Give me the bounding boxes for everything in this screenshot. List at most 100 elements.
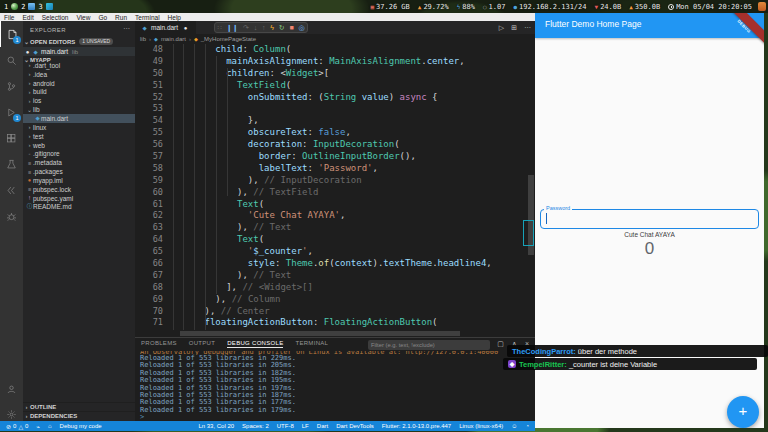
status-lf[interactable]: LF [302, 423, 309, 429]
dart-file-icon: ◆ [32, 49, 39, 55]
editor-more-icon[interactable]: ⋯ [524, 24, 531, 32]
tree-item-.gitignore[interactable]: ◦.gitignore [23, 149, 135, 158]
stat-network: ●192.168.2.131/24 [513, 3, 586, 11]
sidebar-more-icon[interactable]: ⋯ [123, 25, 130, 33]
tree-item-test[interactable]: ›test [23, 132, 135, 141]
tab-main-dart[interactable]: ◆ main.dart ● [135, 21, 196, 34]
menu-terminal[interactable]: Terminal [131, 14, 164, 21]
step-out-icon[interactable]: ↑ [262, 23, 266, 32]
workspace-1[interactable]: 1 [4, 3, 8, 11]
chevron-icon: › [26, 133, 33, 139]
bottom-panel: PROBLEMS OUTPUT DEBUG CONSOLE TERMINAL Filt… [135, 337, 535, 421]
menu-go[interactable]: Go [94, 14, 111, 21]
caption-text: Cute Chat AYAYA [535, 231, 764, 238]
status-dart[interactable]: Dart DevTools [336, 423, 374, 429]
step-into-icon[interactable]: ↓ [254, 23, 258, 32]
step-over-icon[interactable]: ↷ [243, 23, 249, 32]
split-editor-icon[interactable]: ⊞ [511, 24, 517, 32]
clock-icon [668, 4, 674, 10]
pause-icon[interactable]: ❙❙ [227, 23, 239, 32]
editor-hscrollbar[interactable] [180, 331, 460, 336]
run-debug-icon[interactable]: 1 [0, 99, 23, 125]
status-dart[interactable]: Dart [317, 423, 328, 429]
extensions-icon[interactable] [0, 125, 23, 151]
home-icon[interactable]: ⌂ [48, 423, 52, 429]
run-file-icon[interactable]: ▷ [499, 24, 504, 32]
tree-item-.packages[interactable]: ≡.packages [23, 167, 135, 176]
bolt-icon: ϟ [457, 4, 461, 10]
menu-file[interactable]: File [0, 14, 18, 21]
panel-tab-problems[interactable]: PROBLEMS [141, 340, 177, 348]
console-filter-input[interactable]: Filter (e.g. text, !exclude) [368, 340, 490, 350]
restart-icon[interactable]: ↻ [279, 23, 285, 32]
chat-message: TheCodingParrot: über der methode [507, 345, 768, 357]
status-spaces[interactable]: Spaces: 2 [242, 423, 269, 429]
menu-selection[interactable]: Selection [38, 14, 73, 21]
hot-reload-icon[interactable]: ϟ [270, 23, 274, 32]
tree-item-linux[interactable]: ›linux [23, 123, 135, 132]
tree-item-.dart_tool[interactable]: ›.dart_tool [23, 61, 135, 70]
drag-handle-icon[interactable]: ∷ [217, 23, 221, 32]
breadcrumb[interactable]: lib›◆main.dart›◆_MyHomePageState [140, 34, 256, 44]
panel-tab-debug-console[interactable]: DEBUG CONSOLE [227, 340, 283, 348]
panel-tab-output[interactable]: OUTPUT [189, 340, 215, 348]
status-utf-8[interactable]: UTF-8 [277, 423, 294, 429]
status-ln[interactable]: Ln 33, Col 20 [198, 423, 234, 429]
workspaces: 1 2 3 [4, 3, 53, 11]
source-control-icon[interactable] [0, 73, 23, 99]
password-field[interactable] [540, 209, 759, 229]
tree-item-myapp.iml[interactable]: ●myapp.iml [23, 176, 135, 185]
download-icon: ▼ [595, 4, 599, 10]
menu-edit[interactable]: Edit [18, 14, 37, 21]
account-icon[interactable] [0, 376, 23, 402]
workspace-3[interactable]: 3 [38, 3, 42, 11]
status-flutter[interactable]: Flutter: 2.1.0-13.0.pre.447 [382, 423, 451, 429]
tree-item-ios[interactable]: ›ios [23, 96, 135, 105]
tree-item-build[interactable]: ›build [23, 88, 135, 97]
status-linux[interactable]: Linux (linux-x64) [459, 423, 503, 429]
tree-item-README.md[interactable]: ⓘREADME.md [23, 203, 135, 212]
system-bar: 123 ▦37.26 GB▲29.72%ϟ88%○1.07●192.168.2.… [0, 0, 768, 13]
remote-explorer-icon[interactable] [0, 177, 23, 203]
ports-icon[interactable]: ⌁ [36, 423, 40, 430]
desktop: 123 ▦37.26 GB▲29.72%ϟ88%○1.07●192.168.2.… [0, 0, 768, 432]
stop-icon[interactable]: ■ [289, 23, 293, 32]
problems-status[interactable]: ⊘0△0 [6, 423, 28, 430]
feedback-icon[interactable]: ☺ [511, 423, 517, 429]
tray-icon[interactable] [758, 2, 766, 11]
tree-item-.metadata[interactable]: ≡.metadata [23, 158, 135, 167]
tree-item-android[interactable]: ›android [23, 79, 135, 88]
tab-label: main.dart [151, 24, 178, 31]
tree-item-pubspec.lock[interactable]: ≡pubspec.lock [23, 185, 135, 194]
tree-item-main.dart[interactable]: ◆main.dart [23, 114, 135, 123]
explorer-icon[interactable]: 1 [0, 21, 23, 47]
fab-button[interactable]: + [727, 396, 759, 428]
section-outline[interactable]: ›OUTLINE [23, 402, 135, 411]
menu-run[interactable]: Run [111, 14, 131, 21]
panel-tabs: PROBLEMS OUTPUT DEBUG CONSOLE TERMINAL [141, 340, 328, 348]
launch-config[interactable]: Debug my code [60, 423, 102, 429]
memory-icon: ▦ [370, 4, 374, 10]
workspace-2[interactable]: 2 [21, 3, 25, 11]
panel-tab-terminal[interactable]: TERMINAL [295, 340, 328, 348]
bug-icon[interactable] [0, 203, 23, 229]
tree-item-web[interactable]: ›web [23, 141, 135, 150]
menu-help[interactable]: Help [164, 14, 185, 21]
tree-item-pubspec.yaml[interactable]: !pubspec.yaml [23, 194, 135, 203]
inspect-widget-icon[interactable]: ◎ [298, 23, 304, 32]
bell-icon[interactable]: ◔ [525, 423, 529, 429]
password-label: Password [544, 205, 572, 211]
section-dependencies[interactable]: ›DEPENDENCIES [23, 411, 135, 420]
modified-dot-icon: ● [23, 49, 32, 55]
debug-console-output[interactable]: An Observatory debugger and profiler on … [140, 351, 530, 421]
activity-bar: 1 1 [0, 21, 23, 431]
dart-file-icon: ◆ [154, 36, 158, 42]
open-editors-header[interactable]: ⌄ OPEN EDITORS 1 UNSAVED [23, 37, 135, 46]
menu-view[interactable]: View [72, 14, 94, 21]
tree-item-lib[interactable]: ⌄lib [23, 105, 135, 114]
search-icon[interactable] [0, 47, 23, 73]
explorer-badge: 1 [13, 36, 21, 44]
tree-item-.idea[interactable]: ›.idea [23, 70, 135, 79]
test-beaker-icon[interactable] [0, 151, 23, 177]
gitignore-icon: ◦ [26, 151, 33, 157]
